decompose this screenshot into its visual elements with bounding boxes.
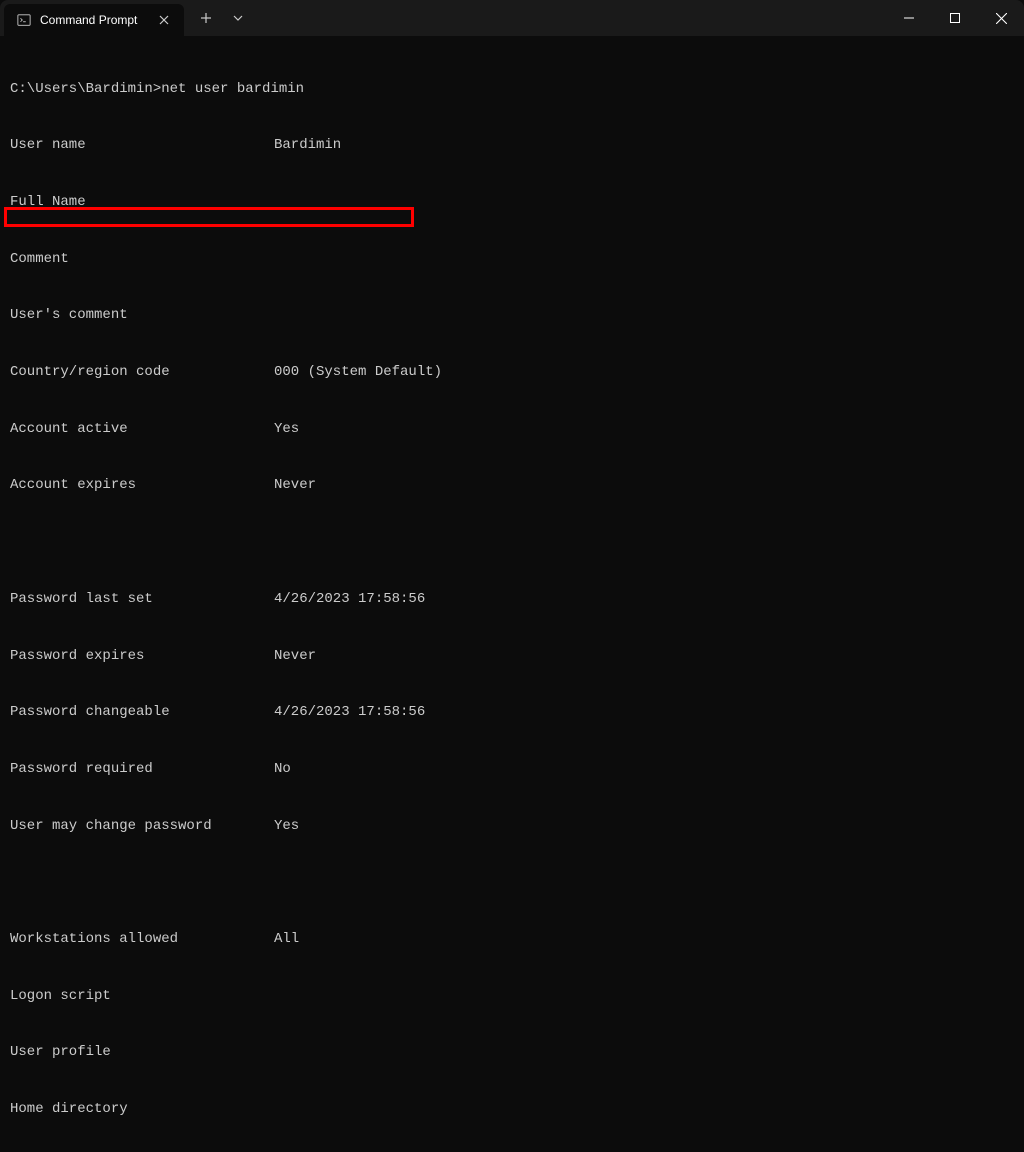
label: Account active <box>10 420 274 439</box>
window-controls <box>886 0 1024 36</box>
value: No <box>274 760 291 779</box>
titlebar: Command Prompt <box>0 0 1024 36</box>
value: Never <box>274 476 316 495</box>
terminal-output[interactable]: C:\Users\Bardimin>net user bardimin User… <box>0 36 1024 1152</box>
tab-dropdown-button[interactable] <box>224 4 252 32</box>
label: Logon script <box>10 987 274 1006</box>
label: Password expires <box>10 647 274 666</box>
label-password-last-set: Password last set <box>10 590 274 609</box>
value: Never <box>274 647 316 666</box>
label: Country/region code <box>10 363 274 382</box>
command: net user bardimin <box>161 81 304 97</box>
label: Password required <box>10 760 274 779</box>
value: 000 (System Default) <box>274 363 442 382</box>
label: Workstations allowed <box>10 930 274 949</box>
label: Home directory <box>10 1100 274 1119</box>
close-window-button[interactable] <box>978 0 1024 36</box>
value: Bardimin <box>274 136 341 155</box>
label: Password changeable <box>10 703 274 722</box>
value-password-last-set: 4/26/2023 17:58:56 <box>274 590 425 609</box>
label: User's comment <box>10 306 274 325</box>
label: Comment <box>10 250 274 269</box>
value: Yes <box>274 420 299 439</box>
value: All <box>274 930 299 949</box>
maximize-button[interactable] <box>932 0 978 36</box>
label: User profile <box>10 1043 274 1062</box>
label: Full Name <box>10 193 274 212</box>
close-tab-button[interactable] <box>156 12 172 28</box>
tab-title: Command Prompt <box>40 13 148 27</box>
new-tab-button[interactable] <box>192 4 220 32</box>
minimize-button[interactable] <box>886 0 932 36</box>
value: 4/26/2023 17:58:56 <box>274 703 425 722</box>
label: Account expires <box>10 476 274 495</box>
titlebar-drag-area[interactable] <box>260 0 886 36</box>
tab-actions <box>184 0 260 36</box>
terminal-icon <box>16 12 32 28</box>
tab-command-prompt[interactable]: Command Prompt <box>4 4 184 36</box>
prompt: C:\Users\Bardimin> <box>10 81 161 97</box>
label: User name <box>10 136 274 155</box>
label: User may change password <box>10 817 274 836</box>
value: Yes <box>274 817 299 836</box>
